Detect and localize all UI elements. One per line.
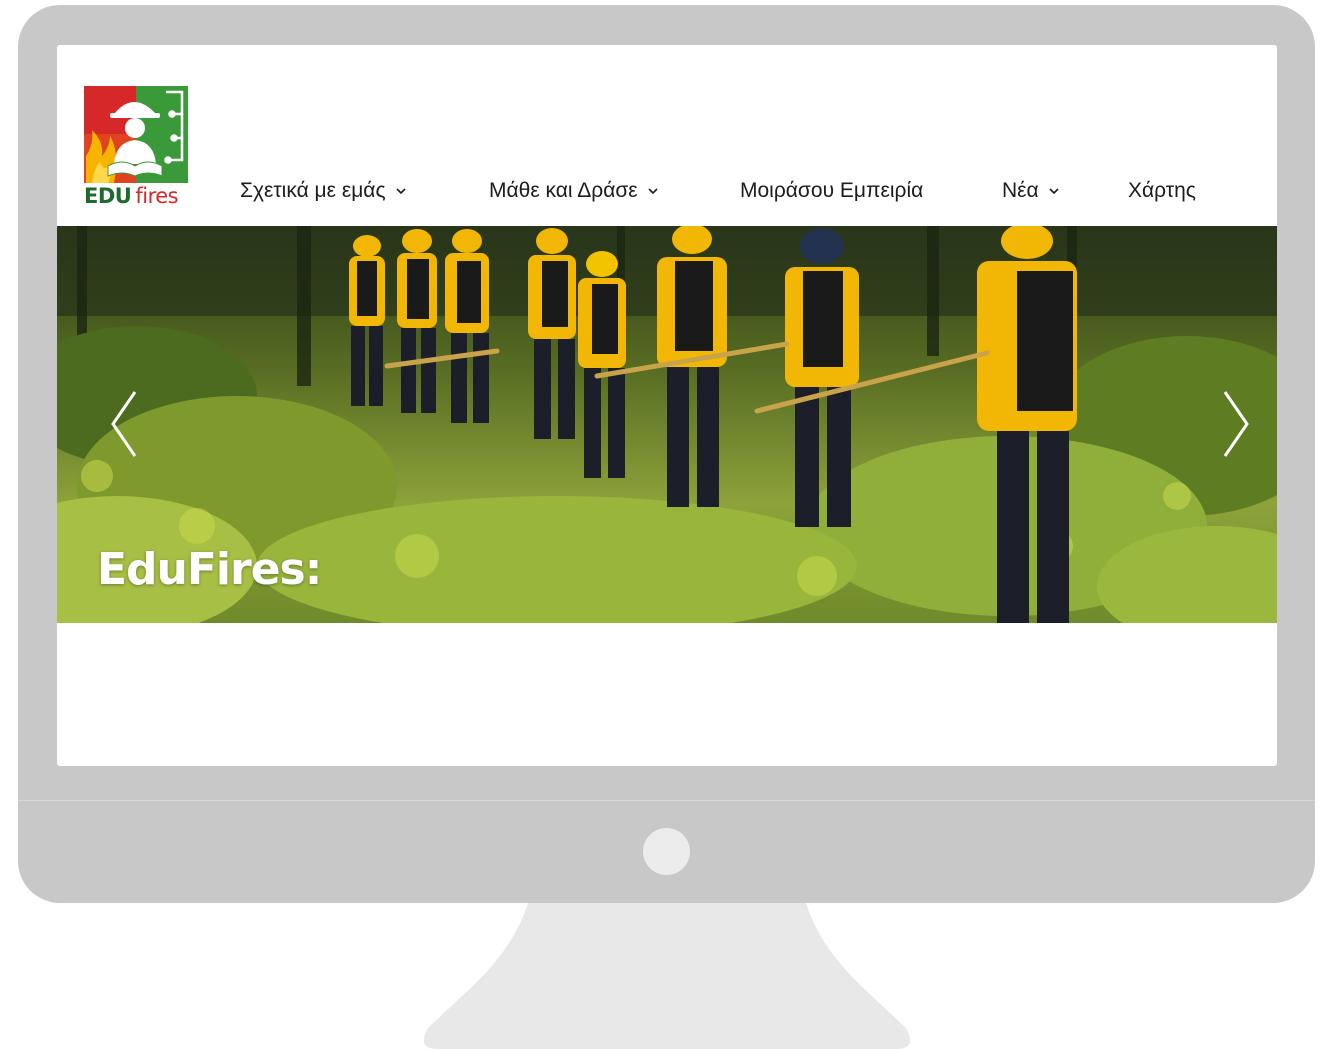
- nav-item-share-experience[interactable]: Μοιράσου Εμπειρία: [740, 173, 923, 209]
- nav-item-about[interactable]: Σχετικά με εμάς: [240, 173, 408, 209]
- website-screen: EDU fires Σχετικά με εμάς Μάθε και Δράσε …: [57, 45, 1277, 766]
- site-header: EDU fires Σχετικά με εμάς Μάθε και Δράσε …: [57, 45, 1277, 226]
- nav-label-news: Νέα: [1002, 179, 1039, 202]
- monitor-stand: [423, 903, 911, 1049]
- site-logo[interactable]: EDU fires: [84, 86, 188, 208]
- monitor-chin-divider: [18, 800, 1315, 801]
- nav-label-about: Σχετικά με εμάς: [240, 179, 386, 202]
- chevron-down-icon: [648, 188, 658, 195]
- nav-label-map: Χάρτης: [1128, 179, 1196, 202]
- chevron-right-icon: [1223, 391, 1249, 457]
- hero-slider: EduFires:: [57, 226, 1277, 623]
- nav-label-share-experience: Μοιράσου Εμπειρία: [740, 179, 924, 202]
- nav-item-map[interactable]: Χάρτης: [1128, 173, 1196, 209]
- device-mockup: EDU fires Σχετικά με εμάς Μάθε και Δράσε …: [0, 0, 1323, 1049]
- chevron-down-icon: [396, 188, 406, 195]
- nav-item-news[interactable]: Νέα: [1002, 173, 1061, 209]
- monitor-logo-dot: [643, 828, 690, 875]
- nav-label-learn-act: Μάθε και Δράσε: [489, 179, 638, 202]
- chevron-down-icon: [1049, 188, 1059, 195]
- firefighter-logo-icon: [84, 86, 188, 183]
- hero-title: EduFires:: [97, 544, 322, 595]
- chevron-left-icon: [111, 391, 137, 457]
- slider-next-button[interactable]: [1215, 384, 1255, 464]
- slider-prev-button[interactable]: [105, 384, 145, 464]
- logo-text-edu: EDU: [84, 184, 132, 208]
- nav-item-learn-act[interactable]: Μάθε και Δράσε: [489, 173, 660, 209]
- logo-wordmark: EDU fires: [84, 184, 188, 208]
- logo-text-fires: fires: [135, 184, 179, 208]
